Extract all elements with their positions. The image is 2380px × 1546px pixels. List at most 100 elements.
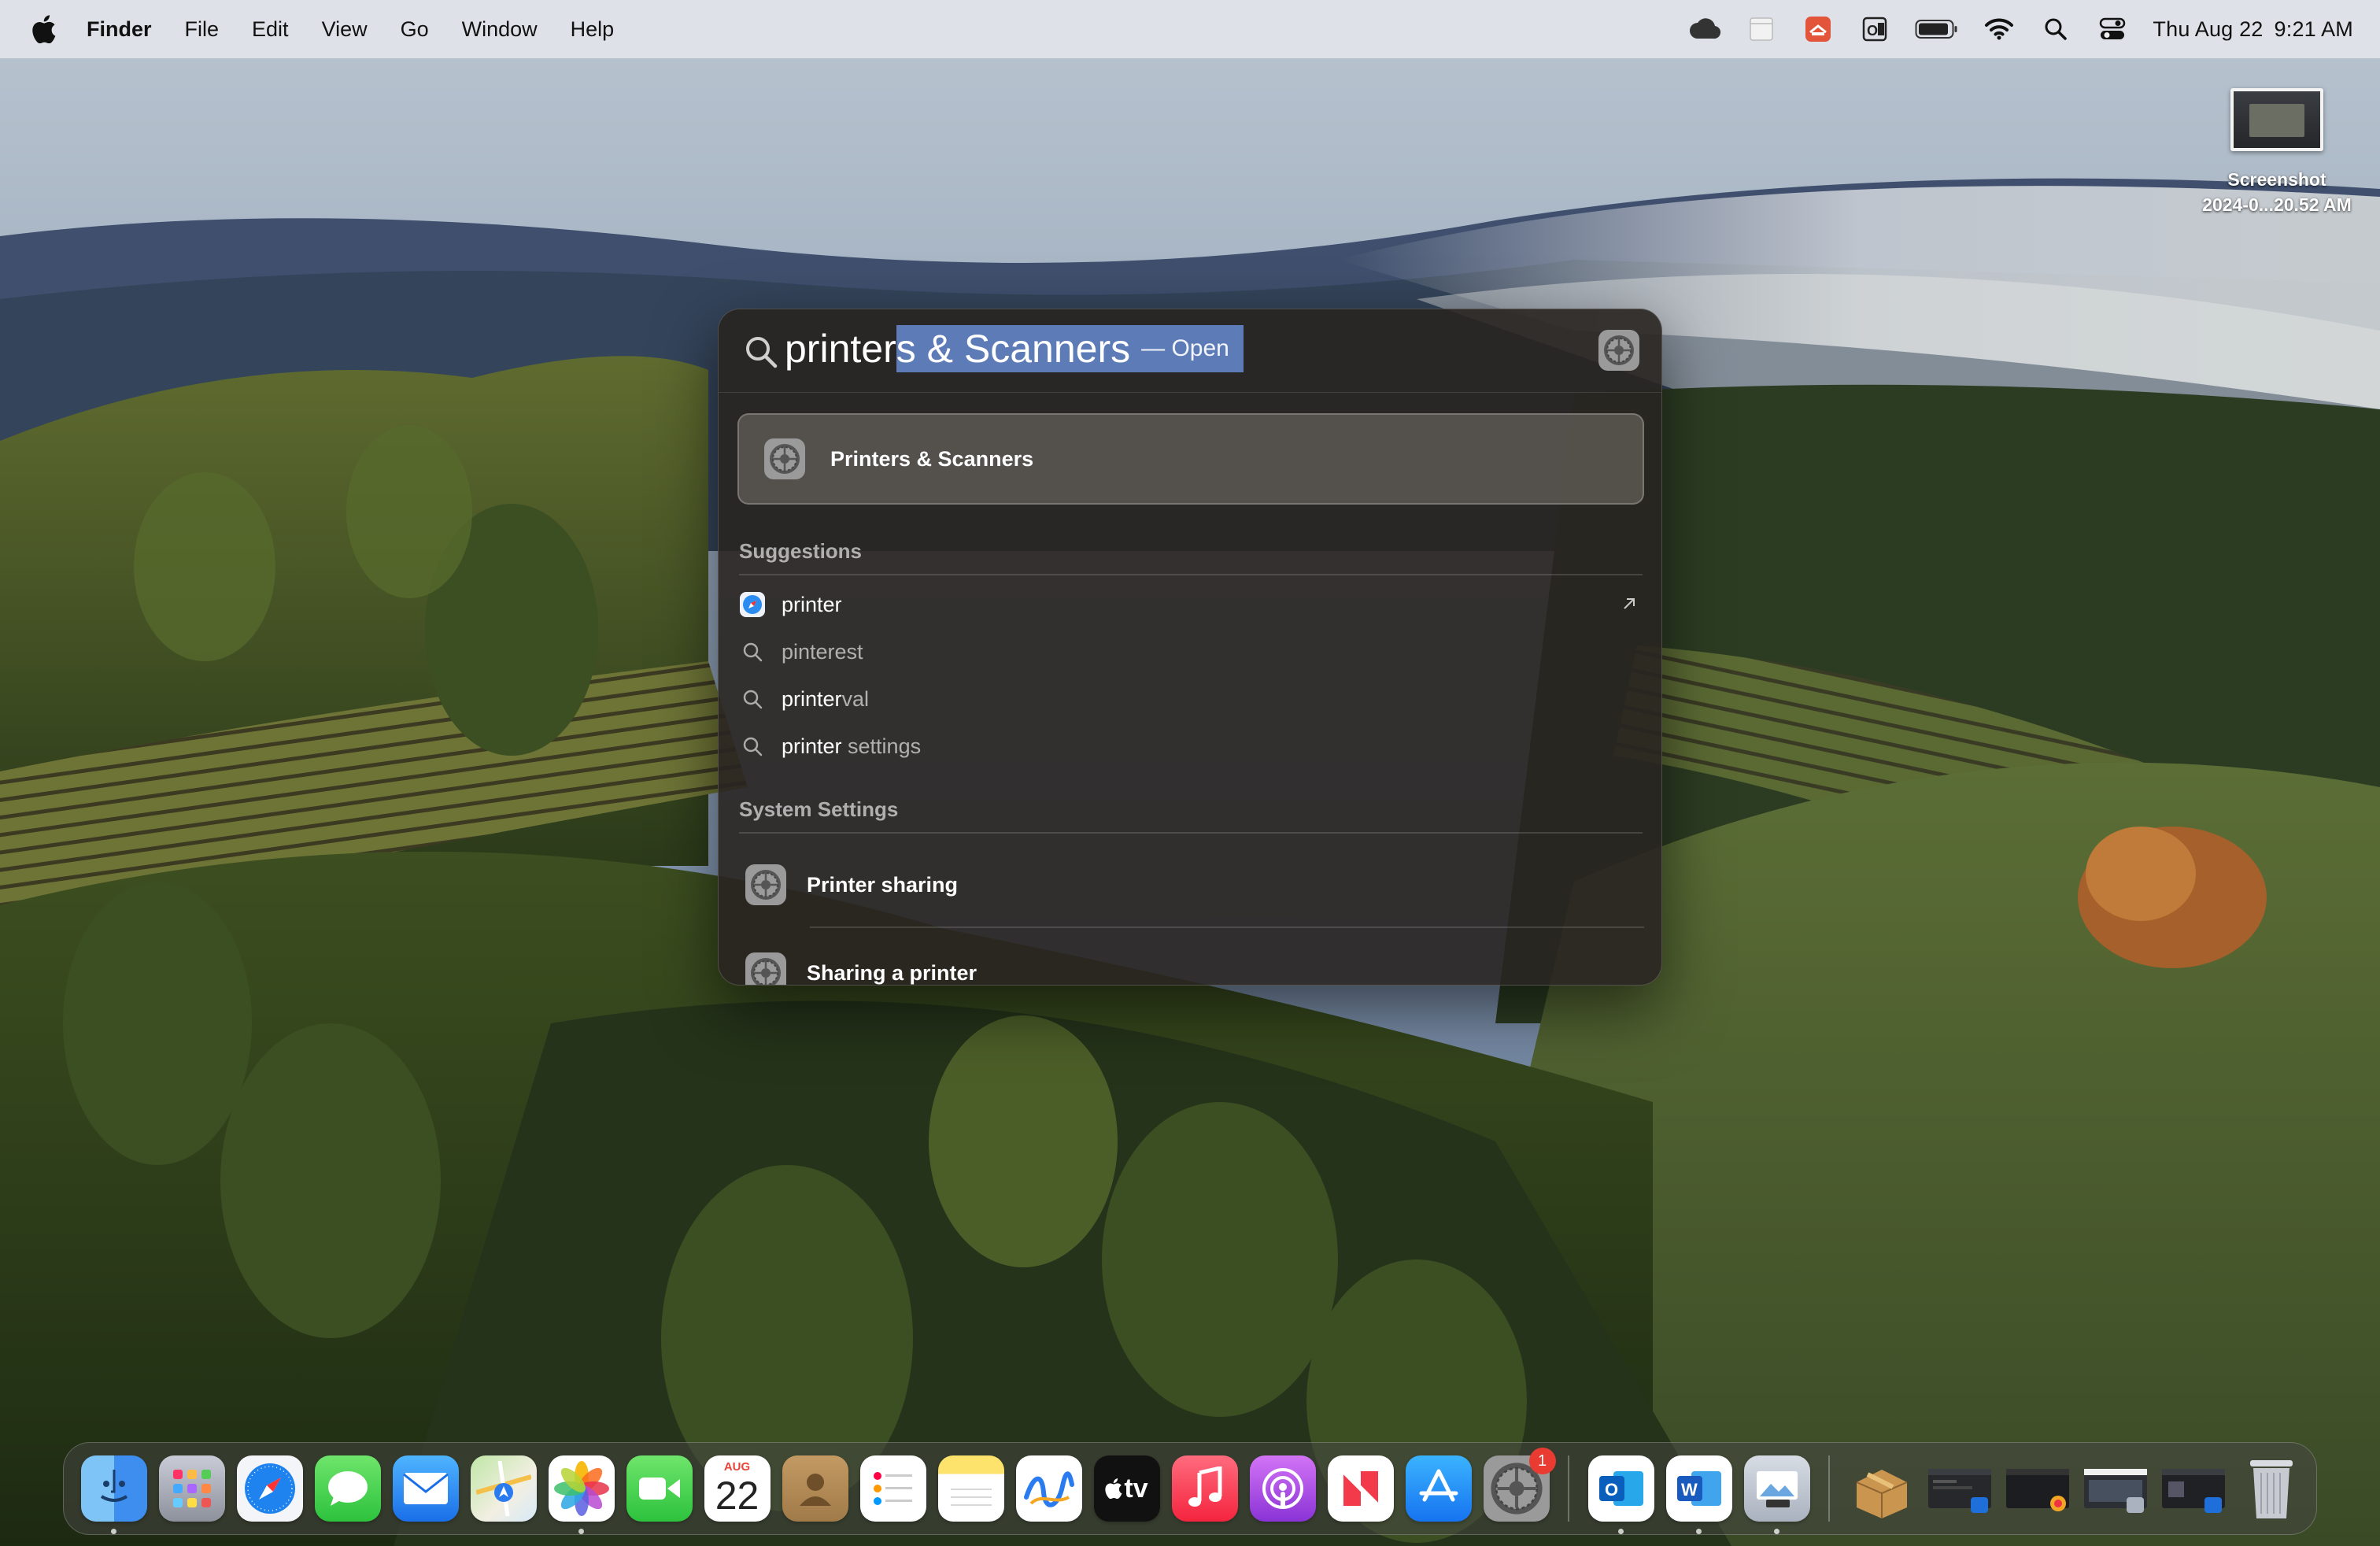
divider — [810, 926, 1644, 928]
menu-bar-clock[interactable]: Thu Aug 22 9:21 AM — [2153, 17, 2353, 42]
spotlight-search-input[interactable]: printer s & Scanners — Open — [785, 324, 1244, 374]
menu-file[interactable]: File — [185, 17, 220, 42]
archive-utility-icon[interactable] — [1849, 1455, 1915, 1522]
search-icon — [739, 733, 766, 760]
trash-icon[interactable] — [2238, 1455, 2304, 1522]
suggestion-row[interactable]: printer val — [739, 676, 1644, 722]
safari-icon — [739, 591, 766, 618]
result-label: Sharing a printer — [807, 960, 978, 985]
menu-edit[interactable]: Edit — [252, 17, 289, 42]
airdrop-app-icon[interactable] — [1800, 13, 1836, 45]
system-settings-icon — [764, 438, 805, 479]
suggestion-row[interactable]: pinterest — [739, 629, 1644, 675]
battery-icon[interactable] — [1913, 13, 1961, 45]
reminders-icon[interactable] — [859, 1455, 926, 1522]
minimized-window-icon[interactable] — [1927, 1455, 1993, 1522]
file-label-line1: Screenshot — [2227, 169, 2326, 190]
dock: AUG 22 tv 1 O W — [63, 1442, 2317, 1535]
document-icon[interactable] — [1743, 13, 1779, 45]
suggestion-row[interactable]: printer — [739, 582, 1644, 627]
system-settings-icon — [1598, 330, 1639, 371]
suggestion-rest: val — [841, 686, 870, 711]
suggestion-row[interactable]: printer settings — [739, 723, 1644, 769]
notification-badge: 1 — [1528, 1448, 1556, 1474]
minimized-window-icon[interactable] — [2082, 1455, 2149, 1522]
query-autocomplete-selection: s & Scanners — Open — [896, 325, 1244, 372]
outlook-letter: O — [1605, 1480, 1618, 1500]
launchpad-icon[interactable] — [158, 1455, 225, 1522]
menu-go[interactable]: Go — [401, 17, 429, 42]
calendar-month: AUG — [723, 1460, 751, 1474]
outlook-icon[interactable]: O — [1587, 1455, 1654, 1534]
open-hint: — Open — [1141, 335, 1229, 361]
messages-icon[interactable] — [314, 1455, 381, 1522]
apple-menu-icon[interactable] — [28, 13, 60, 45]
freeform-icon[interactable] — [1015, 1455, 1082, 1522]
top-hit-printers-scanners[interactable]: Printers & Scanners — [737, 413, 1644, 505]
finder-icon[interactable] — [80, 1455, 147, 1534]
system-settings-icon[interactable]: 1 — [1483, 1448, 1556, 1522]
menu-bar: Finder File Edit View Go Window Help O T… — [0, 0, 2380, 58]
spotlight-window: printer s & Scanners — Open Printers & Sca… — [718, 309, 1662, 986]
creative-cloud-icon[interactable] — [1687, 13, 1723, 45]
outlook-status-icon[interactable]: O — [1857, 13, 1893, 45]
search-icon — [739, 638, 766, 665]
safari-icon[interactable] — [236, 1455, 303, 1522]
menu-window[interactable]: Window — [462, 17, 538, 42]
dock-separator — [1828, 1455, 1830, 1522]
dock-separator — [1568, 1455, 1569, 1522]
mail-icon[interactable] — [392, 1455, 459, 1522]
notes-icon[interactable] — [937, 1455, 1004, 1522]
control-center-icon[interactable] — [2094, 13, 2131, 45]
suggestion-rest: pinterest — [782, 639, 863, 664]
tv-label: tv — [1105, 1474, 1148, 1504]
open-arrow-icon[interactable] — [1617, 592, 1641, 616]
query-typed-text: printer — [785, 327, 896, 371]
calendar-day: 22 — [715, 1474, 759, 1518]
news-icon[interactable] — [1327, 1455, 1394, 1522]
top-hit-label: Printers & Scanners — [830, 446, 1034, 471]
desktop-file-screenshot[interactable]: Screenshot 2024-0...20.52 AM — [2179, 88, 2375, 217]
calendar-icon[interactable]: AUG 22 — [704, 1455, 771, 1522]
search-icon — [746, 337, 778, 368]
word-icon[interactable]: W — [1665, 1455, 1732, 1534]
photos-icon[interactable] — [548, 1455, 615, 1534]
suggestion-typed: printer — [782, 592, 842, 616]
app-store-icon[interactable] — [1405, 1455, 1472, 1522]
clock-date: Thu Aug 22 — [2153, 17, 2264, 41]
divider — [739, 832, 1643, 834]
file-label-line2: 2024-0...20.52 AM — [2202, 194, 2352, 215]
svg-text:O: O — [1867, 23, 1878, 39]
clock-time: 9:21 AM — [2274, 17, 2353, 41]
wifi-icon[interactable] — [1981, 13, 2017, 45]
minimized-window-icon[interactable] — [2005, 1455, 2071, 1522]
screenshot-thumbnail — [2230, 88, 2323, 151]
query-autocomplete-text: & Scanners — [915, 327, 1131, 371]
suggestions-heading: Suggestions — [739, 539, 863, 563]
tv-text: tv — [1124, 1473, 1148, 1503]
maps-icon[interactable] — [470, 1455, 537, 1522]
spotlight-icon[interactable] — [2038, 13, 2074, 45]
spotlight-search-bar[interactable]: printer s & Scanners — Open — [719, 309, 1661, 393]
podcasts-icon[interactable] — [1249, 1455, 1316, 1522]
minimized-window-icon[interactable] — [2160, 1455, 2227, 1522]
music-icon[interactable] — [1171, 1455, 1238, 1522]
system-settings-heading: System Settings — [739, 797, 899, 821]
system-settings-icon — [745, 864, 786, 905]
facetime-icon[interactable] — [626, 1455, 693, 1522]
preview-icon[interactable] — [1743, 1455, 1810, 1534]
menu-finder[interactable]: Finder — [87, 17, 152, 42]
search-icon — [739, 686, 766, 712]
result-label: Printer sharing — [807, 872, 959, 897]
menu-view[interactable]: View — [322, 17, 368, 42]
desktop-file-label: Screenshot 2024-0...20.52 AM — [2179, 167, 2375, 217]
suggestion-typed: printer — [782, 734, 842, 758]
suggestion-rest: settings — [841, 734, 922, 758]
result-sharing-a-printer[interactable]: Sharing a printer — [739, 930, 1644, 985]
query-autocomplete-s: s — [896, 327, 916, 371]
contacts-icon[interactable] — [782, 1455, 848, 1522]
suggestion-typed: printer — [782, 686, 842, 711]
result-printer-sharing[interactable]: Printer sharing — [739, 841, 1644, 928]
menu-help[interactable]: Help — [571, 17, 615, 42]
apple-tv-icon[interactable]: tv — [1093, 1455, 1160, 1522]
